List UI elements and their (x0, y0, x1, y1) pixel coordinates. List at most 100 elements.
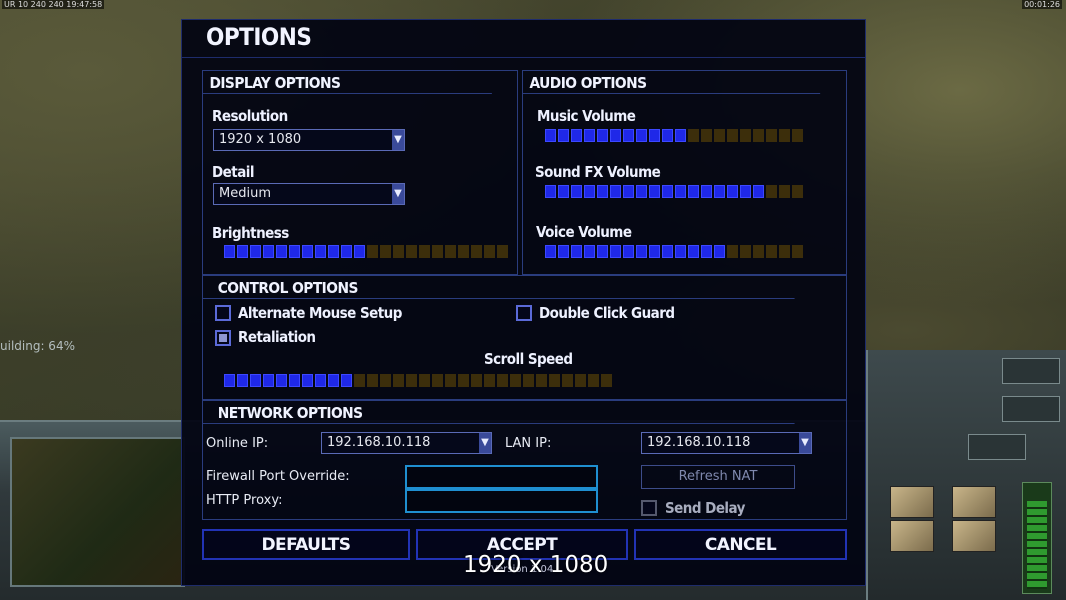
slider-segment[interactable] (315, 374, 326, 387)
slider-segment[interactable] (610, 245, 621, 258)
slider-segment[interactable] (263, 245, 274, 258)
slider-segment[interactable] (380, 245, 391, 258)
slider-segment[interactable] (688, 129, 699, 142)
slider-segment[interactable] (302, 374, 313, 387)
slider-segment[interactable] (545, 245, 556, 258)
slider-segment[interactable] (393, 245, 404, 258)
slider-segment[interactable] (636, 185, 647, 198)
cancel-button[interactable]: CANCEL (634, 529, 847, 560)
slider-segment[interactable] (250, 245, 261, 258)
slider-segment[interactable] (597, 185, 608, 198)
slider-segment[interactable] (510, 374, 521, 387)
slider-segment[interactable] (636, 245, 647, 258)
slider-segment[interactable] (753, 245, 764, 258)
slider-segment[interactable] (701, 185, 712, 198)
slider-segment[interactable] (601, 374, 612, 387)
slider-segment[interactable] (753, 185, 764, 198)
slider-segment[interactable] (562, 374, 573, 387)
slider-segment[interactable] (792, 129, 803, 142)
slider-segment[interactable] (792, 185, 803, 198)
slider-segment[interactable] (571, 245, 582, 258)
slider-segment[interactable] (714, 245, 725, 258)
slider-segment[interactable] (341, 374, 352, 387)
http-proxy-input[interactable] (405, 489, 598, 513)
slider-segment[interactable] (328, 374, 339, 387)
slider-segment[interactable] (341, 245, 352, 258)
retaliation-checkbox[interactable] (215, 330, 231, 346)
build-tab-aircraft[interactable] (1002, 396, 1060, 422)
send-delay-checkbox[interactable] (641, 500, 657, 516)
slider-segment[interactable] (237, 245, 248, 258)
slider-segment[interactable] (558, 245, 569, 258)
resolution-dropdown[interactable]: 1920 x 1080 ▼ (213, 129, 405, 151)
slider-segment[interactable] (545, 185, 556, 198)
slider-segment[interactable] (766, 185, 777, 198)
slider-segment[interactable] (458, 374, 469, 387)
slider-segment[interactable] (575, 374, 586, 387)
slider-segment[interactable] (610, 129, 621, 142)
slider-segment[interactable] (276, 245, 287, 258)
unit-build-icon[interactable] (952, 486, 996, 518)
slider-segment[interactable] (597, 129, 608, 142)
slider-segment[interactable] (523, 374, 534, 387)
alternate-mouse-checkbox[interactable] (215, 305, 231, 321)
slider-segment[interactable] (237, 374, 248, 387)
slider-segment[interactable] (380, 374, 391, 387)
chevron-down-icon[interactable]: ▼ (392, 130, 404, 150)
slider-segment[interactable] (688, 185, 699, 198)
firewall-port-input[interactable] (405, 465, 598, 489)
online-ip-dropdown[interactable]: 192.168.10.118 ▼ (321, 432, 492, 454)
chevron-down-icon[interactable]: ▼ (799, 433, 811, 453)
slider-segment[interactable] (727, 245, 738, 258)
slider-segment[interactable] (328, 245, 339, 258)
slider-segment[interactable] (445, 374, 456, 387)
slider-segment[interactable] (224, 374, 235, 387)
slider-segment[interactable] (545, 129, 556, 142)
detail-dropdown[interactable]: Medium ▼ (213, 183, 405, 205)
slider-segment[interactable] (315, 245, 326, 258)
slider-segment[interactable] (419, 374, 430, 387)
slider-segment[interactable] (662, 185, 673, 198)
slider-segment[interactable] (584, 245, 595, 258)
slider-segment[interactable] (662, 245, 673, 258)
slider-segment[interactable] (558, 185, 569, 198)
slider-segment[interactable] (675, 245, 686, 258)
minimap[interactable] (10, 437, 185, 587)
slider-segment[interactable] (701, 245, 712, 258)
voice-volume-slider[interactable] (545, 245, 803, 258)
slider-segment[interactable] (484, 374, 495, 387)
slider-segment[interactable] (367, 245, 378, 258)
slider-segment[interactable] (766, 245, 777, 258)
brightness-slider[interactable] (224, 245, 508, 258)
slider-segment[interactable] (289, 374, 300, 387)
slider-segment[interactable] (714, 185, 725, 198)
slider-segment[interactable] (740, 245, 751, 258)
slider-segment[interactable] (727, 129, 738, 142)
slider-segment[interactable] (727, 185, 738, 198)
slider-segment[interactable] (224, 245, 235, 258)
slider-segment[interactable] (597, 245, 608, 258)
defaults-button[interactable]: DEFAULTS (202, 529, 410, 560)
slider-segment[interactable] (714, 129, 725, 142)
slider-segment[interactable] (779, 129, 790, 142)
slider-segment[interactable] (740, 185, 751, 198)
slider-segment[interactable] (393, 374, 404, 387)
slider-segment[interactable] (753, 129, 764, 142)
slider-segment[interactable] (484, 245, 495, 258)
double-click-guard-checkbox[interactable] (516, 305, 532, 321)
slider-segment[interactable] (649, 245, 660, 258)
slider-segment[interactable] (549, 374, 560, 387)
slider-segment[interactable] (792, 245, 803, 258)
chevron-down-icon[interactable]: ▼ (392, 184, 404, 204)
slider-segment[interactable] (662, 129, 673, 142)
slider-segment[interactable] (445, 245, 456, 258)
slider-segment[interactable] (649, 129, 660, 142)
slider-segment[interactable] (649, 185, 660, 198)
slider-segment[interactable] (497, 374, 508, 387)
slider-segment[interactable] (675, 185, 686, 198)
slider-segment[interactable] (419, 245, 430, 258)
scroll-speed-slider[interactable] (224, 374, 612, 387)
slider-segment[interactable] (588, 374, 599, 387)
build-tab-vehicles[interactable] (1002, 358, 1060, 384)
slider-segment[interactable] (766, 129, 777, 142)
